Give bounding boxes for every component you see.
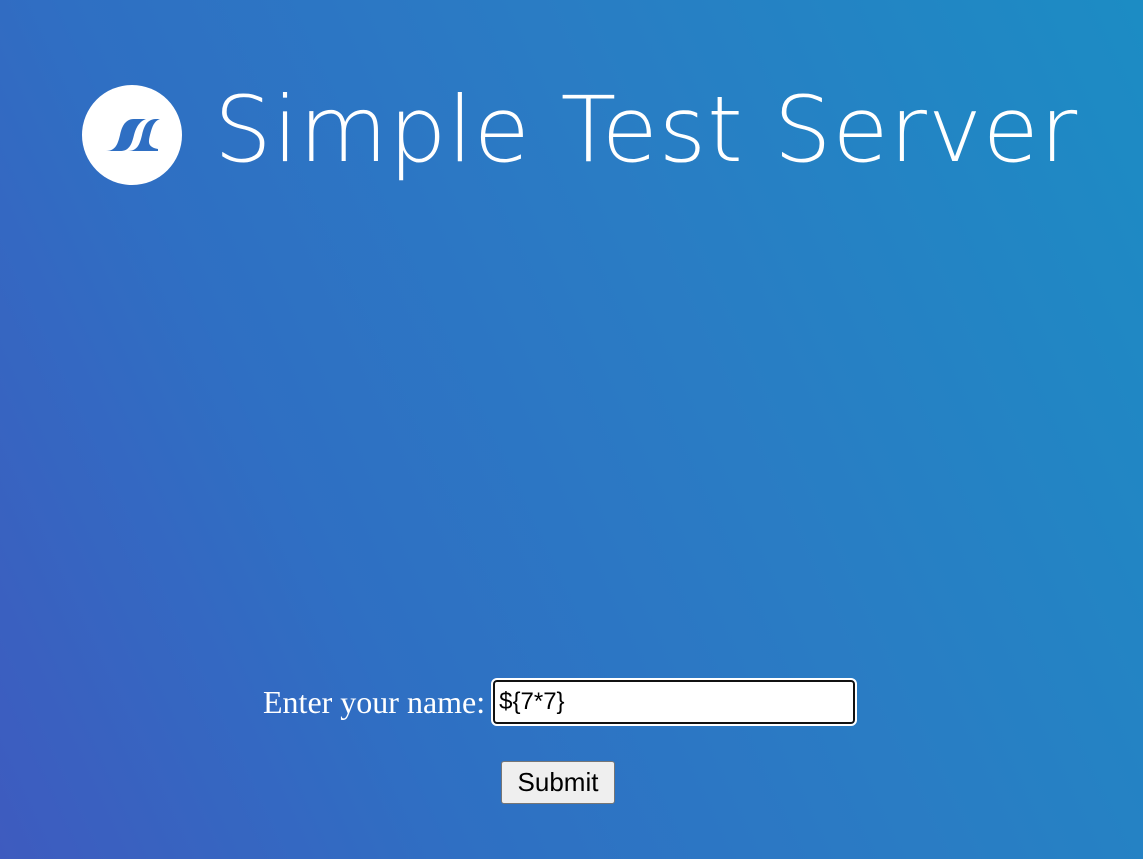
name-input[interactable] xyxy=(491,678,858,726)
wave-logo-icon xyxy=(82,85,182,185)
page-title: Simple Test Server xyxy=(214,78,1079,183)
name-label: Enter your name: xyxy=(263,684,486,720)
name-row: Enter your name: xyxy=(263,678,858,726)
site-header: Simple Test Server xyxy=(82,81,1078,185)
submit-button[interactable]: Submit xyxy=(501,761,615,804)
